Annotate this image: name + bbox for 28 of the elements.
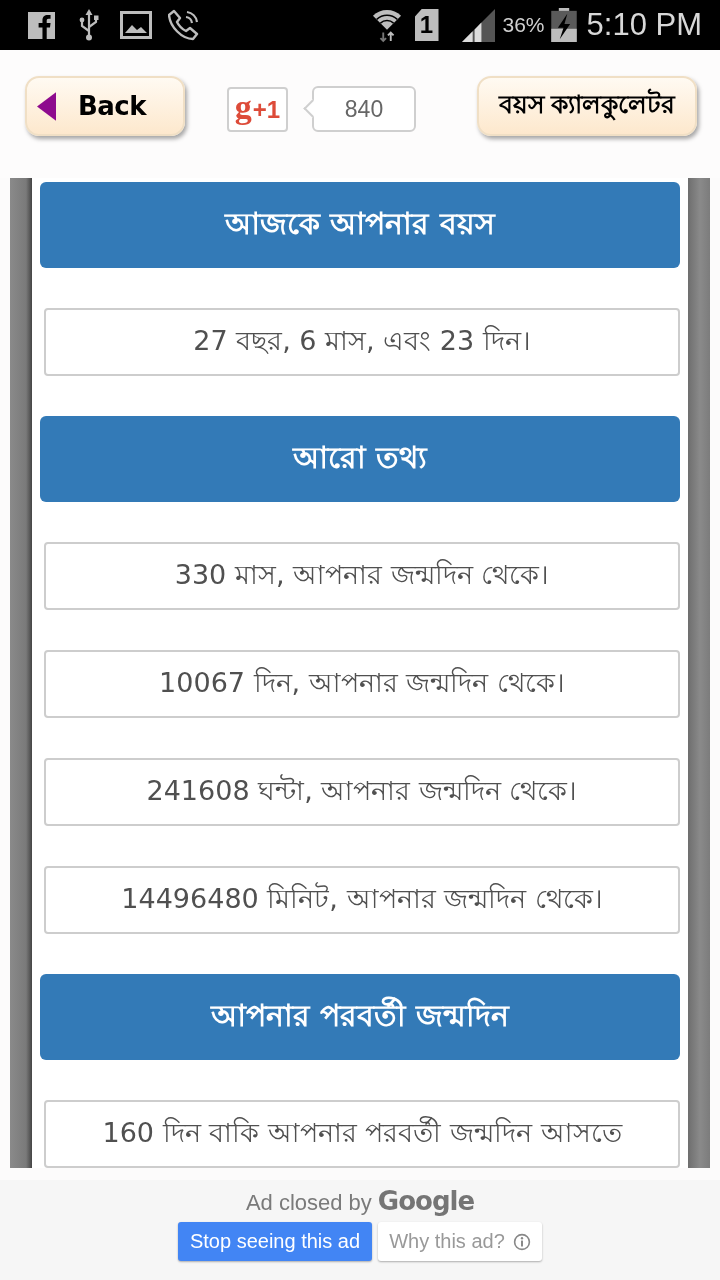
usb-icon [78,9,100,41]
left-triangle-icon [37,91,56,121]
facebook-icon [28,11,55,39]
clock-time: 5:10 PM [586,7,702,43]
section-heading: আজকে আপনার বয়স [40,182,680,268]
why-ad-button[interactable]: Why this ad? [378,1222,542,1261]
result-card: 160 দিন বাকি আপনার পরবর্তী জন্মদিন আসতে [44,1100,680,1168]
plus-one-button[interactable]: g+1 [227,87,288,132]
stop-ad-button[interactable]: Stop seeing this ad [178,1222,372,1261]
info-icon [512,1232,531,1251]
ad-closed-text: Ad closed by [245,1190,372,1216]
google-logo: Google [377,1186,475,1216]
battery-percent: 36% [502,13,545,37]
result-card: 14496480 মিনিট, আপনার জন্মদিন থেকে। [44,866,680,934]
section-heading: আপনার পরবর্তী জন্মদিন [40,974,680,1060]
title-button[interactable]: বয়স ক্যালকুলেটর [477,76,697,136]
wifi-icon [371,7,402,43]
section-heading: আরো তথ্য [40,416,680,502]
back-button[interactable]: Back [25,76,185,136]
result-card: 241608 ঘন্টা, আপনার জন্মদিন থেকে। [44,758,680,826]
result-card: 330 মাস, আপনার জন্মদিন থেকে। [44,542,680,610]
result-card: 10067 দিন, আপনার জন্মদিন থেকে। [44,650,680,718]
signal-strength-icon [461,8,495,42]
result-card: 27 বছর, 6 মাস, এবং 23 দিন। [44,308,680,376]
phone-call-icon [168,9,200,41]
battery-charging-icon [550,8,577,42]
image-icon [120,11,152,39]
sim-slot-indicator: 1 [414,9,439,41]
